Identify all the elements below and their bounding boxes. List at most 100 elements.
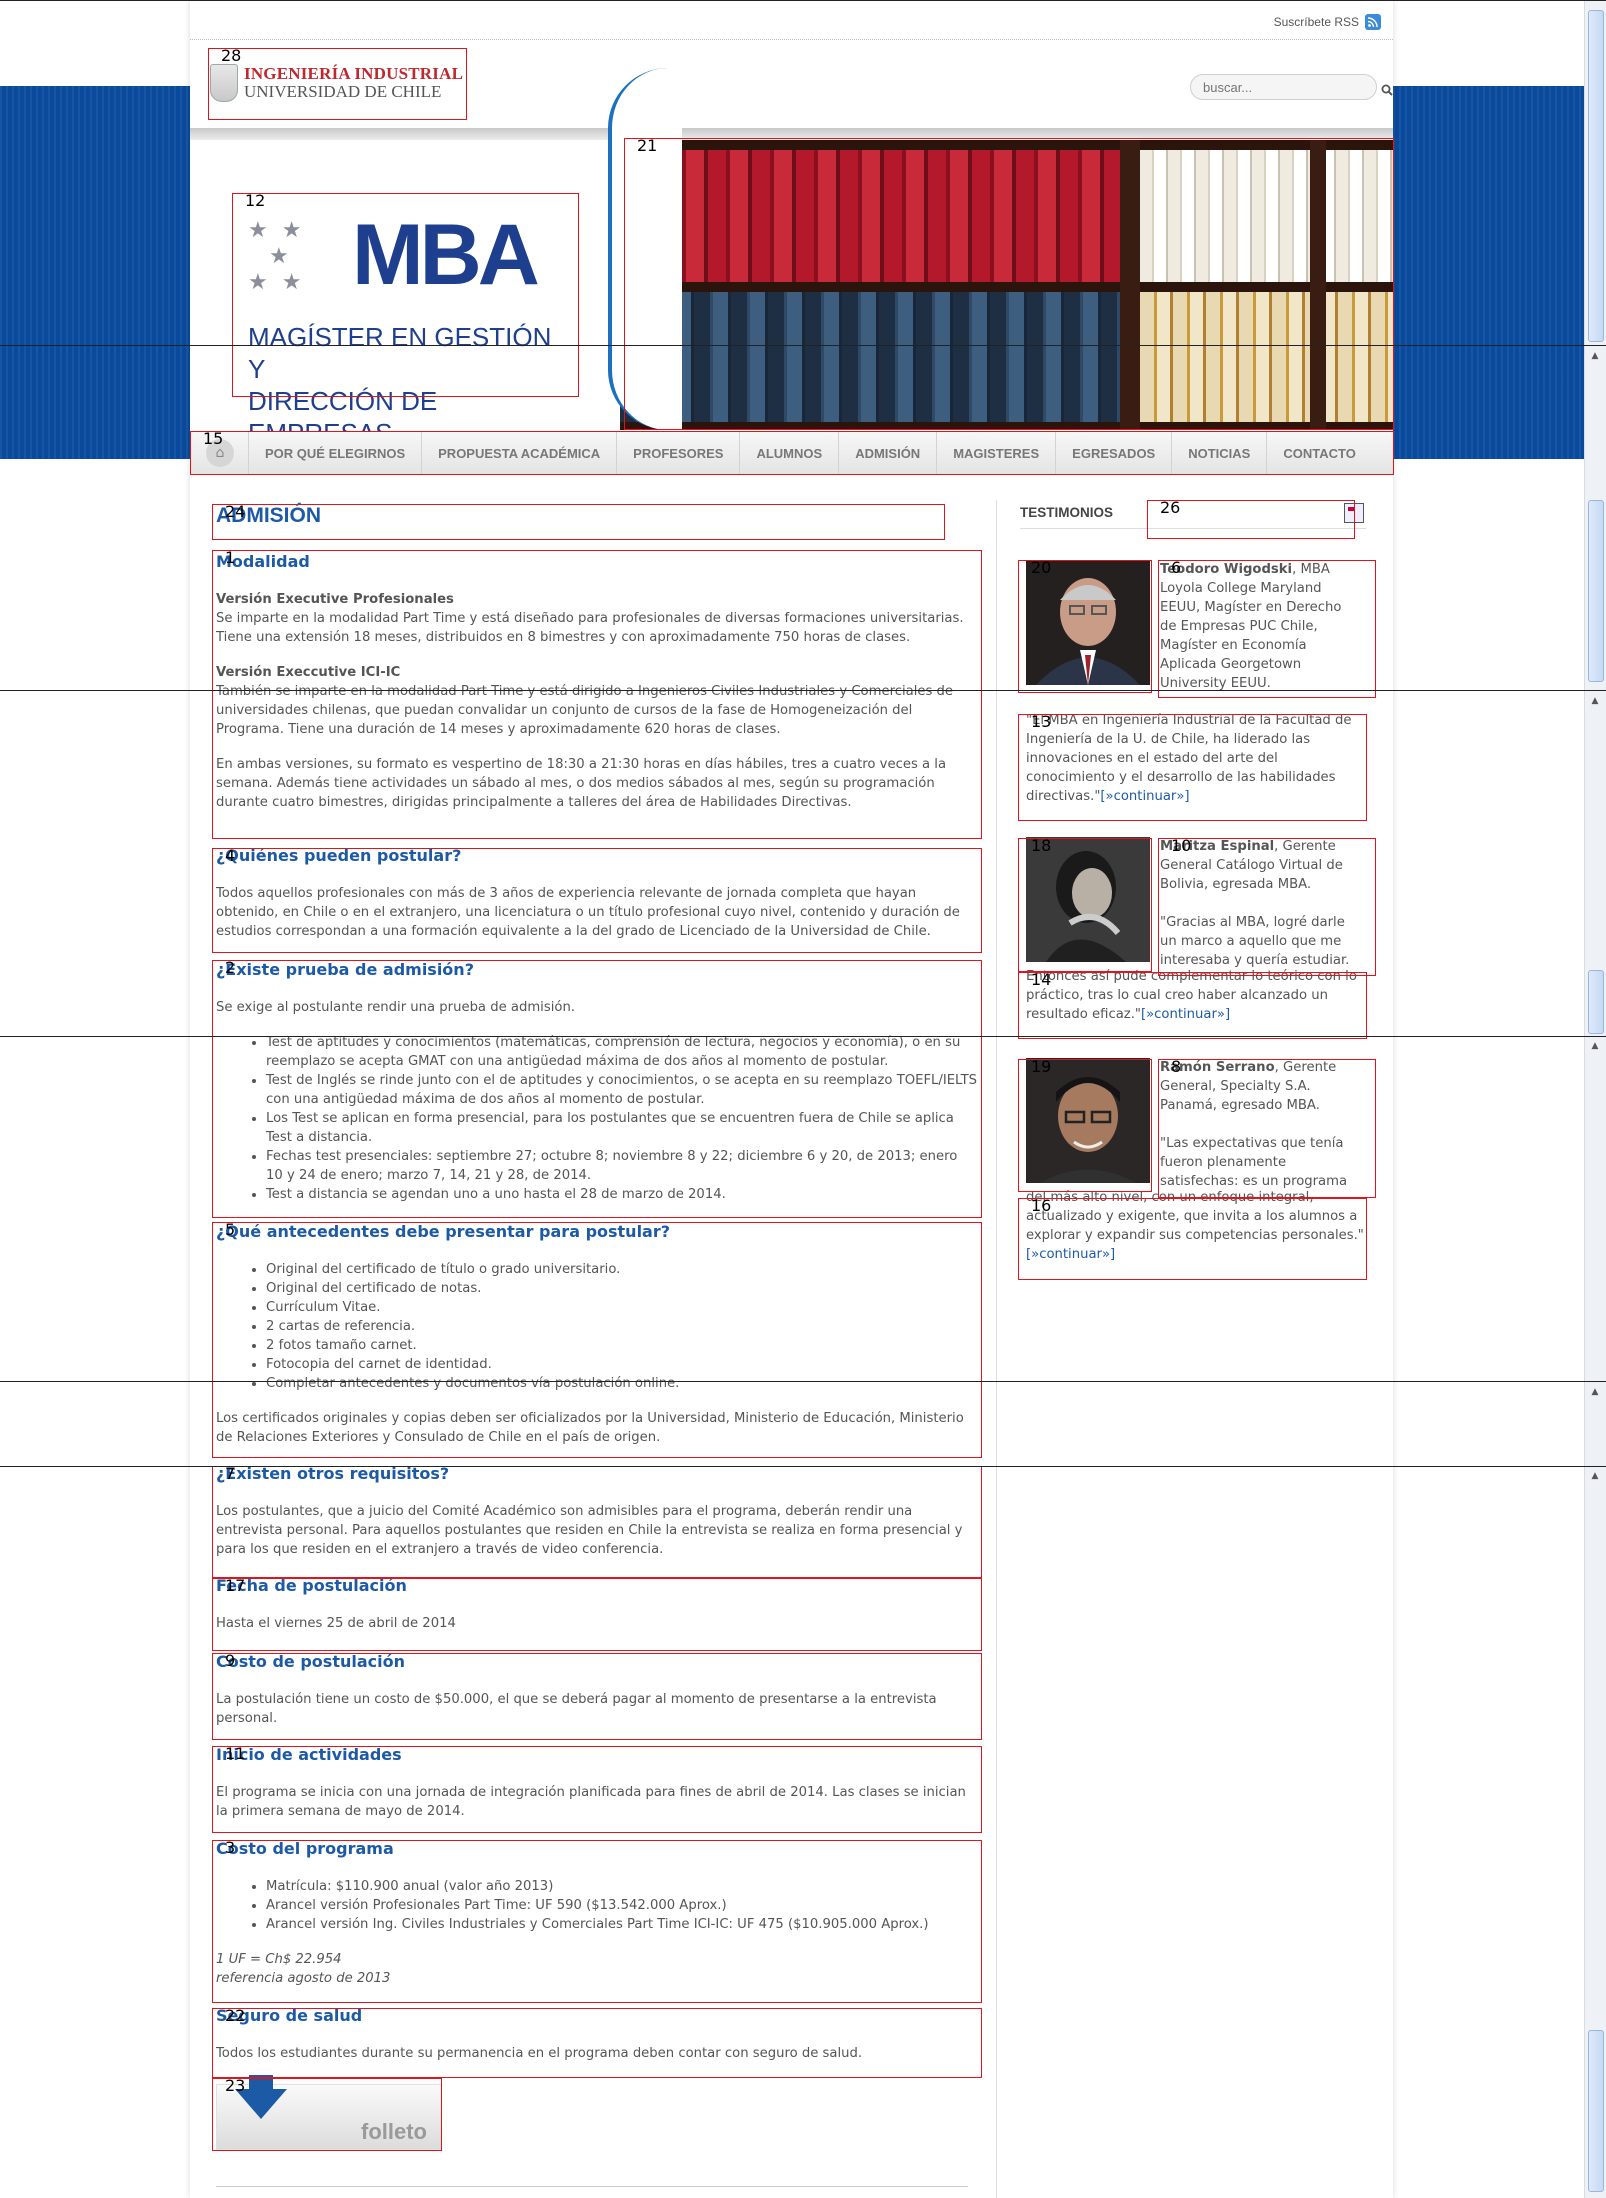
scroll-up-icon[interactable]: ▲ xyxy=(1589,1470,1601,1482)
mba-subtitle-line-1: MAGÍSTER EN GESTIÓN Y xyxy=(248,322,552,384)
continuar-link[interactable]: [»continuar»] xyxy=(1100,789,1189,804)
download-arrow-icon xyxy=(235,2075,287,2119)
section-title: ¿Existe prueba de admisión? xyxy=(216,960,474,979)
paragraph: La postulación tiene un costo de $50.000… xyxy=(216,1692,937,1726)
list-item: 2 cartas de referencia. xyxy=(266,1317,978,1336)
section-title: Costo de postulación xyxy=(216,1652,405,1671)
section-prueba: ¿Existe prueba de admisión? Se exige al … xyxy=(216,960,978,1220)
continuar-link[interactable]: [»continuar»] xyxy=(1141,1007,1230,1022)
search-icon[interactable] xyxy=(1381,81,1393,96)
search-box xyxy=(1190,74,1393,100)
paragraph: El programa se inicia con una jornada de… xyxy=(216,1785,966,1819)
paragraph: Todos los estudiantes durante su permane… xyxy=(216,2046,863,2061)
stars-icon: ★ ★ ★ ★ ★ xyxy=(248,218,302,295)
search-input[interactable] xyxy=(1201,78,1381,96)
section-costo-programa: Costo del programa Matrícula: $110.900 a… xyxy=(216,1839,978,1988)
nav-item-por-que-elegirnos[interactable]: POR QUÉ ELEGIRNOS xyxy=(248,432,421,474)
section-title: Modalidad xyxy=(216,552,310,571)
nav-item-noticias[interactable]: NOTICIAS xyxy=(1171,432,1266,474)
testimonial-bio: Ramón Serrano, Gerente General, Specialt… xyxy=(1160,1058,1360,1191)
list-item: Currículum Vitae. xyxy=(266,1298,978,1317)
header-banner: ★ ★ ★ ★ ★ MBA MAGÍSTER EN GESTIÓN Y DIREC… xyxy=(190,68,1393,448)
guide-line xyxy=(0,1466,1606,1467)
list-item: Fechas test presenciales: septiembre 27;… xyxy=(266,1147,978,1185)
guide-line xyxy=(0,690,1606,691)
section-title: Fecha de postulación xyxy=(216,1576,407,1595)
nav-item-egresados[interactable]: EGRESADOS xyxy=(1055,432,1171,474)
list-item: 2 fotos tamaño carnet. xyxy=(266,1336,978,1355)
paragraph: Se imparte en la modalidad Part Time y e… xyxy=(216,611,964,645)
scrollbar-thumb[interactable] xyxy=(1588,10,1604,342)
main-content: ADMISIÓN Modalidad Versión Executive Pro… xyxy=(216,500,978,2061)
site-logo[interactable]: INGENIERÍA INDUSTRIAL UNIVERSIDAD DE CHI… xyxy=(210,50,466,116)
nav-item-magisteres[interactable]: MAGISTERES xyxy=(936,432,1055,474)
home-icon[interactable]: ⌂ xyxy=(206,439,234,467)
list-item: Original del certificado de notas. xyxy=(266,1279,978,1298)
testimonial-bio-text: , MBA Loyola College Maryland EEUU, Magí… xyxy=(1160,562,1342,691)
nav-item-alumnos[interactable]: ALUMNOS xyxy=(739,432,838,474)
nav-item-propuesta-academica[interactable]: PROPUESTA ACADÉMICA xyxy=(421,432,616,474)
folleto-label: folleto xyxy=(361,2119,427,2144)
testimonios-heading: TESTIMONIOS xyxy=(1020,505,1114,520)
paragraph: Los postulantes, que a juicio del Comité… xyxy=(216,1504,963,1557)
list-item: Matrícula: $110.900 anual (valor año 201… xyxy=(266,1877,978,1896)
continuar-link[interactable]: [»continuar»] xyxy=(1026,1247,1115,1262)
list-item: Arancel versión Profesionales Part Time:… xyxy=(266,1896,978,1915)
logo-line-1: INGENIERÍA INDUSTRIAL xyxy=(244,64,464,84)
logo-text: INGENIERÍA INDUSTRIAL UNIVERSIDAD DE CHI… xyxy=(244,65,463,101)
scroll-up-icon[interactable]: ▲ xyxy=(1589,1386,1601,1398)
main-navigation: ⌂ POR QUÉ ELEGIRNOS PROPUESTA ACADÉMICA … xyxy=(190,431,1393,475)
sidebar: TESTIMONIOS Teodoro Wigodski, MBA Loyola… xyxy=(1020,498,1366,1262)
scroll-up-icon[interactable]: ▲ xyxy=(1589,1040,1601,1052)
section-title: ¿Qué antecedentes debe presentar para po… xyxy=(216,1222,671,1241)
header-shadow-bar xyxy=(190,128,1393,140)
top-divider xyxy=(190,39,1393,40)
nav-item-profesores[interactable]: PROFESORES xyxy=(616,432,739,474)
section-otros-requisitos: ¿Existen otros requisitos? Los postulant… xyxy=(216,1464,978,1575)
testimonial-bio: Maritza Espinal, Gerente General Catálog… xyxy=(1160,837,1360,970)
mba-subtitle: MAGÍSTER EN GESTIÓN Y DIRECCIÓN DE EMPRE… xyxy=(248,321,568,449)
list-item: Test de Inglés se rinde junto con el de … xyxy=(266,1071,978,1109)
university-crest-icon xyxy=(210,64,238,102)
column-divider xyxy=(996,500,997,2198)
right-blue-band xyxy=(1393,86,1585,459)
guide-line xyxy=(0,1036,1606,1037)
section-quienes: ¿Quiénes pueden postular? Todos aquellos… xyxy=(216,846,978,957)
scroll-up-icon[interactable]: ▲ xyxy=(1589,350,1601,362)
paragraph: Todos aquellos profesionales con más de … xyxy=(216,886,960,939)
paragraph: Los certificados originales y copias deb… xyxy=(216,1411,964,1445)
scroll-up-icon[interactable]: ▲ xyxy=(1589,695,1601,707)
list-item: Fotocopia del carnet de identidad. xyxy=(266,1355,978,1374)
scrollbar-thumb[interactable] xyxy=(1588,500,1604,682)
window-icon[interactable] xyxy=(1344,503,1364,523)
scrollbar-thumb[interactable] xyxy=(1588,2030,1604,2192)
logo-line-2: UNIVERSIDAD DE CHILE xyxy=(244,82,442,101)
section-inicio: Inicio de actividades El programa se ini… xyxy=(216,1745,978,1837)
decorative-wave xyxy=(608,68,682,430)
list-item: Completar antecedentes y documentos vía … xyxy=(266,1374,978,1393)
scrollbar-thumb[interactable] xyxy=(1588,970,1604,1034)
vertical-scrollbar[interactable]: ▲ ▲ ▲ ▲ ▲ xyxy=(1584,0,1606,2198)
section-title: Costo del programa xyxy=(216,1839,394,1858)
testimonial-name: Maritza Espinal xyxy=(1160,839,1275,854)
mba-title: MBA xyxy=(352,207,540,303)
left-blue-band xyxy=(0,86,190,459)
guide-line xyxy=(0,345,1606,346)
paragraph: Hasta el viernes 25 de abril de 2014 xyxy=(216,1616,456,1631)
rss-link[interactable]: Suscríbete RSS xyxy=(1274,14,1381,30)
section-antecedentes: ¿Qué antecedentes debe presentar para po… xyxy=(216,1222,978,1463)
rss-icon xyxy=(1365,14,1381,30)
rss-label: Suscríbete RSS xyxy=(1273,15,1359,29)
quote-text: del más alto nivel, con un enfoque integ… xyxy=(1026,1190,1364,1243)
folleto-download-button[interactable]: folleto xyxy=(216,2075,442,2150)
note: 1 UF = Ch$ 22.954 xyxy=(216,1952,342,1967)
list-item: Test a distancia se agendan uno a uno ha… xyxy=(266,1185,978,1204)
section-title: Seguro de salud xyxy=(216,2006,363,2025)
list: Matrícula: $110.900 anual (valor año 201… xyxy=(216,1877,978,1934)
nav-item-contacto[interactable]: CONTACTO xyxy=(1266,432,1371,474)
bookshelf-image xyxy=(620,140,1393,430)
sidebar-title: TESTIMONIOS xyxy=(1020,498,1366,529)
nav-item-admision[interactable]: ADMISIÓN xyxy=(838,432,936,474)
mba-logo: ★ ★ ★ ★ ★ MBA MAGÍSTER EN GESTIÓN Y DIREC… xyxy=(234,196,568,448)
testimonial-name: Teodoro Wigodski xyxy=(1160,562,1293,577)
